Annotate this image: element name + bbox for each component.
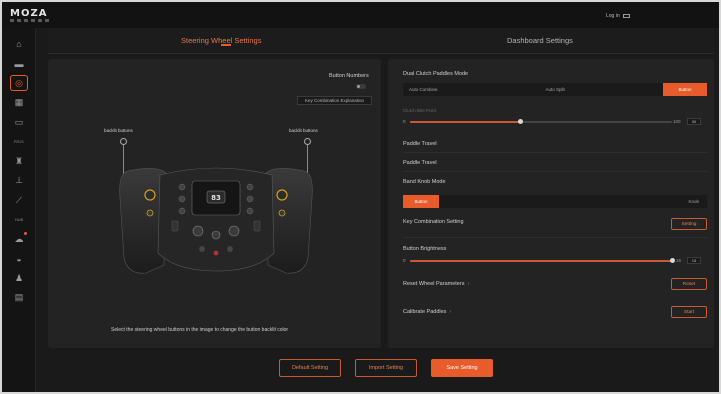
calibrate-start-button[interactable]: Start: [671, 306, 707, 318]
button-numbers-toggle[interactable]: [356, 84, 366, 89]
wheel-preview-panel: Button Numbers Key Combination Explanati…: [48, 59, 381, 348]
dual-clutch-option-auto-split[interactable]: Auto Split: [540, 83, 663, 96]
divider: [403, 237, 707, 238]
tab-dashboard-settings[interactable]: Dashboard Settings: [507, 36, 573, 45]
base-icon: RS21: [13, 139, 24, 144]
calibrate-paddles-label: Calibrate Paddles ›: [403, 309, 452, 315]
dual-clutch-option-auto-combine[interactable]: Auto Combine: [403, 83, 540, 96]
key-combination-setting-button[interactable]: Setting: [671, 218, 707, 230]
login-label[interactable]: Log in: [606, 13, 620, 19]
brightness-max: 15: [676, 258, 682, 263]
clutch-bite-slider-handle[interactable]: [517, 119, 523, 124]
clutch-bite-min: 0: [403, 119, 406, 124]
title-bar: MOZA Log in: [2, 2, 719, 28]
import-setting-button[interactable]: Import Setting: [355, 359, 417, 377]
sidebar-item-gear-knob[interactable]: ◒: [10, 251, 28, 267]
sidebar-item-cloud[interactable]: ☁: [10, 231, 28, 247]
clutch-bite-fill: [410, 121, 521, 123]
save-setting-button[interactable]: Save Setting: [431, 359, 493, 377]
logo-tagline: [10, 19, 50, 22]
camera-icon: ▬: [14, 58, 24, 69]
home-icon: ⌂: [16, 39, 22, 49]
callout-marker-right: [304, 138, 311, 145]
sidebar-item-user[interactable]: ♟: [10, 270, 28, 286]
dashboard-icon: ▦: [14, 97, 24, 107]
key-combination-explanation-button[interactable]: Key Combination Explanation: [297, 96, 372, 105]
info-icon: ›: [449, 309, 452, 315]
settings-panel: Dual Clutch Paddles Mode Auto Combine Au…: [388, 59, 714, 348]
brightness-min: 0: [403, 258, 406, 263]
list-icon: ▤: [14, 292, 24, 302]
notification-badge: [24, 232, 27, 235]
brightness-slider-handle[interactable]: [669, 258, 675, 263]
paddle-travel-bar-1: [403, 152, 707, 153]
right-rotary: [276, 189, 288, 201]
tab-bar: Steering Wheel Settings Dashboard Settin…: [48, 28, 714, 54]
active-tab-indicator: [221, 44, 231, 46]
paddle-travel-bar-2: [403, 171, 707, 172]
sidebar-item-camera[interactable]: ▬: [10, 56, 28, 72]
backlit-buttons-right-label: backlit buttons: [289, 128, 318, 133]
button-numbers-label: Button Numbers: [329, 73, 369, 79]
backlit-buttons-left-label: backlit buttons: [104, 128, 133, 133]
backlit-hint-text: Select the steering wheel buttons in the…: [111, 327, 289, 333]
band-knob-option-knob[interactable]: Knob: [439, 195, 707, 208]
key-combination-setting-label: Key Combination Setting: [403, 219, 464, 225]
pedal-icon: ⟋: [15, 194, 23, 205]
handbrake-icon: ⊥: [15, 175, 23, 185]
band-knob-mode-label: Band Knob Mode: [403, 179, 446, 185]
steering-wheel-image[interactable]: 83: [116, 153, 316, 283]
sidebar-item-shifter[interactable]: ♜: [10, 153, 28, 169]
login-link[interactable]: Log in: [606, 13, 631, 19]
sidebar-item-home[interactable]: ⌂: [10, 36, 28, 52]
dual-clutch-mode-selector: Auto Combine Auto Split Button: [403, 83, 707, 96]
info-icon: ›: [467, 281, 470, 287]
user-icon-small: [623, 13, 631, 18]
reset-wheel-parameters-label: Reset Wheel Parameters ›: [403, 281, 470, 287]
display-value: 83: [211, 194, 221, 202]
band-knob-option-button[interactable]: Button: [403, 195, 439, 208]
clutch-bite-value-input[interactable]: 30: [687, 118, 701, 125]
reset-button[interactable]: Reset: [671, 278, 707, 290]
sidebar-item-hub[interactable]: HUB: [10, 212, 28, 228]
sidebar-item-steering-wheel[interactable]: ◎: [10, 75, 28, 91]
user-icon: ♟: [14, 272, 24, 283]
hub-icon: HUB: [14, 217, 24, 222]
paddle-travel-label-1: Paddle Travel: [403, 141, 437, 147]
left-rotary: [144, 189, 156, 201]
cloud-icon: ☁: [14, 233, 24, 244]
sidebar-item-dashboard[interactable]: ▦: [10, 95, 28, 111]
brightness-fill: [410, 260, 672, 262]
brightness-value-input[interactable]: 15: [687, 257, 701, 264]
dual-clutch-option-button[interactable]: Button: [663, 83, 707, 96]
moza-logo: MOZA: [10, 8, 48, 19]
default-setting-button[interactable]: Default Setting: [279, 359, 341, 377]
gear-knob-icon: ◒: [16, 253, 22, 264]
button-brightness-label: Button Brightness: [403, 246, 447, 252]
sidebar: ⌂ ▬ ◎ ▦ ▭ RS21 ♜ ⊥ ⟋ HUB ☁ ◒ ♟ ▤: [2, 28, 36, 392]
clutch-bite-point-label: Clutch Bite Point: [403, 108, 437, 113]
paddle-travel-label-2: Paddle Travel: [403, 160, 437, 166]
clutch-bite-max: 100: [673, 119, 681, 124]
band-knob-mode-selector: Button Knob: [403, 195, 707, 208]
sidebar-item-pedal[interactable]: ⟋: [10, 192, 28, 208]
shifter-icon: ♜: [14, 155, 24, 166]
sidebar-item-handbrake[interactable]: ⊥: [10, 173, 28, 189]
steering-wheel-icon: ◎: [15, 77, 23, 88]
sidebar-item-base[interactable]: RS21: [10, 134, 28, 150]
app-window: MOZA Log in ⌂ ▬ ◎ ▦ ▭ RS21 ♜ ⊥ ⟋ HUB ☁ ◒ ♟ ▤ Steering…: [0, 0, 721, 394]
dual-clutch-label: Dual Clutch Paddles Mode: [403, 71, 469, 77]
sidebar-item-display[interactable]: ▭: [10, 114, 28, 130]
sidebar-item-list[interactable]: ▤: [10, 290, 28, 306]
display-icon: ▭: [14, 116, 24, 127]
callout-marker-left: [120, 138, 127, 145]
